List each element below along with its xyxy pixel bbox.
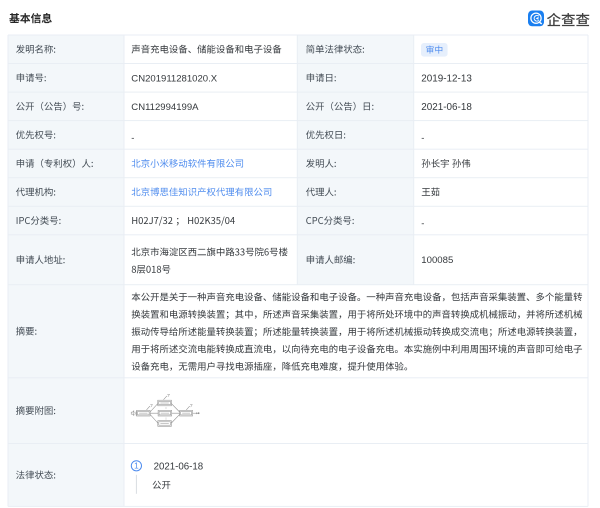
svg-text:2019-12-13: 2019-12-13 [421,73,472,84]
svg-text:-: - [421,132,424,143]
svg-text:1: 1 [134,462,139,471]
svg-text:CN201911281020.X: CN201911281020.X [131,73,217,84]
svg-text:2021-06-18: 2021-06-18 [421,102,472,113]
svg-text:100085: 100085 [421,255,453,266]
svg-text:-: - [421,218,424,229]
svg-text:2021-06-18: 2021-06-18 [154,461,204,472]
svg-text:CN112994199A: CN112994199A [131,102,199,113]
svg-text:-: - [131,132,134,143]
